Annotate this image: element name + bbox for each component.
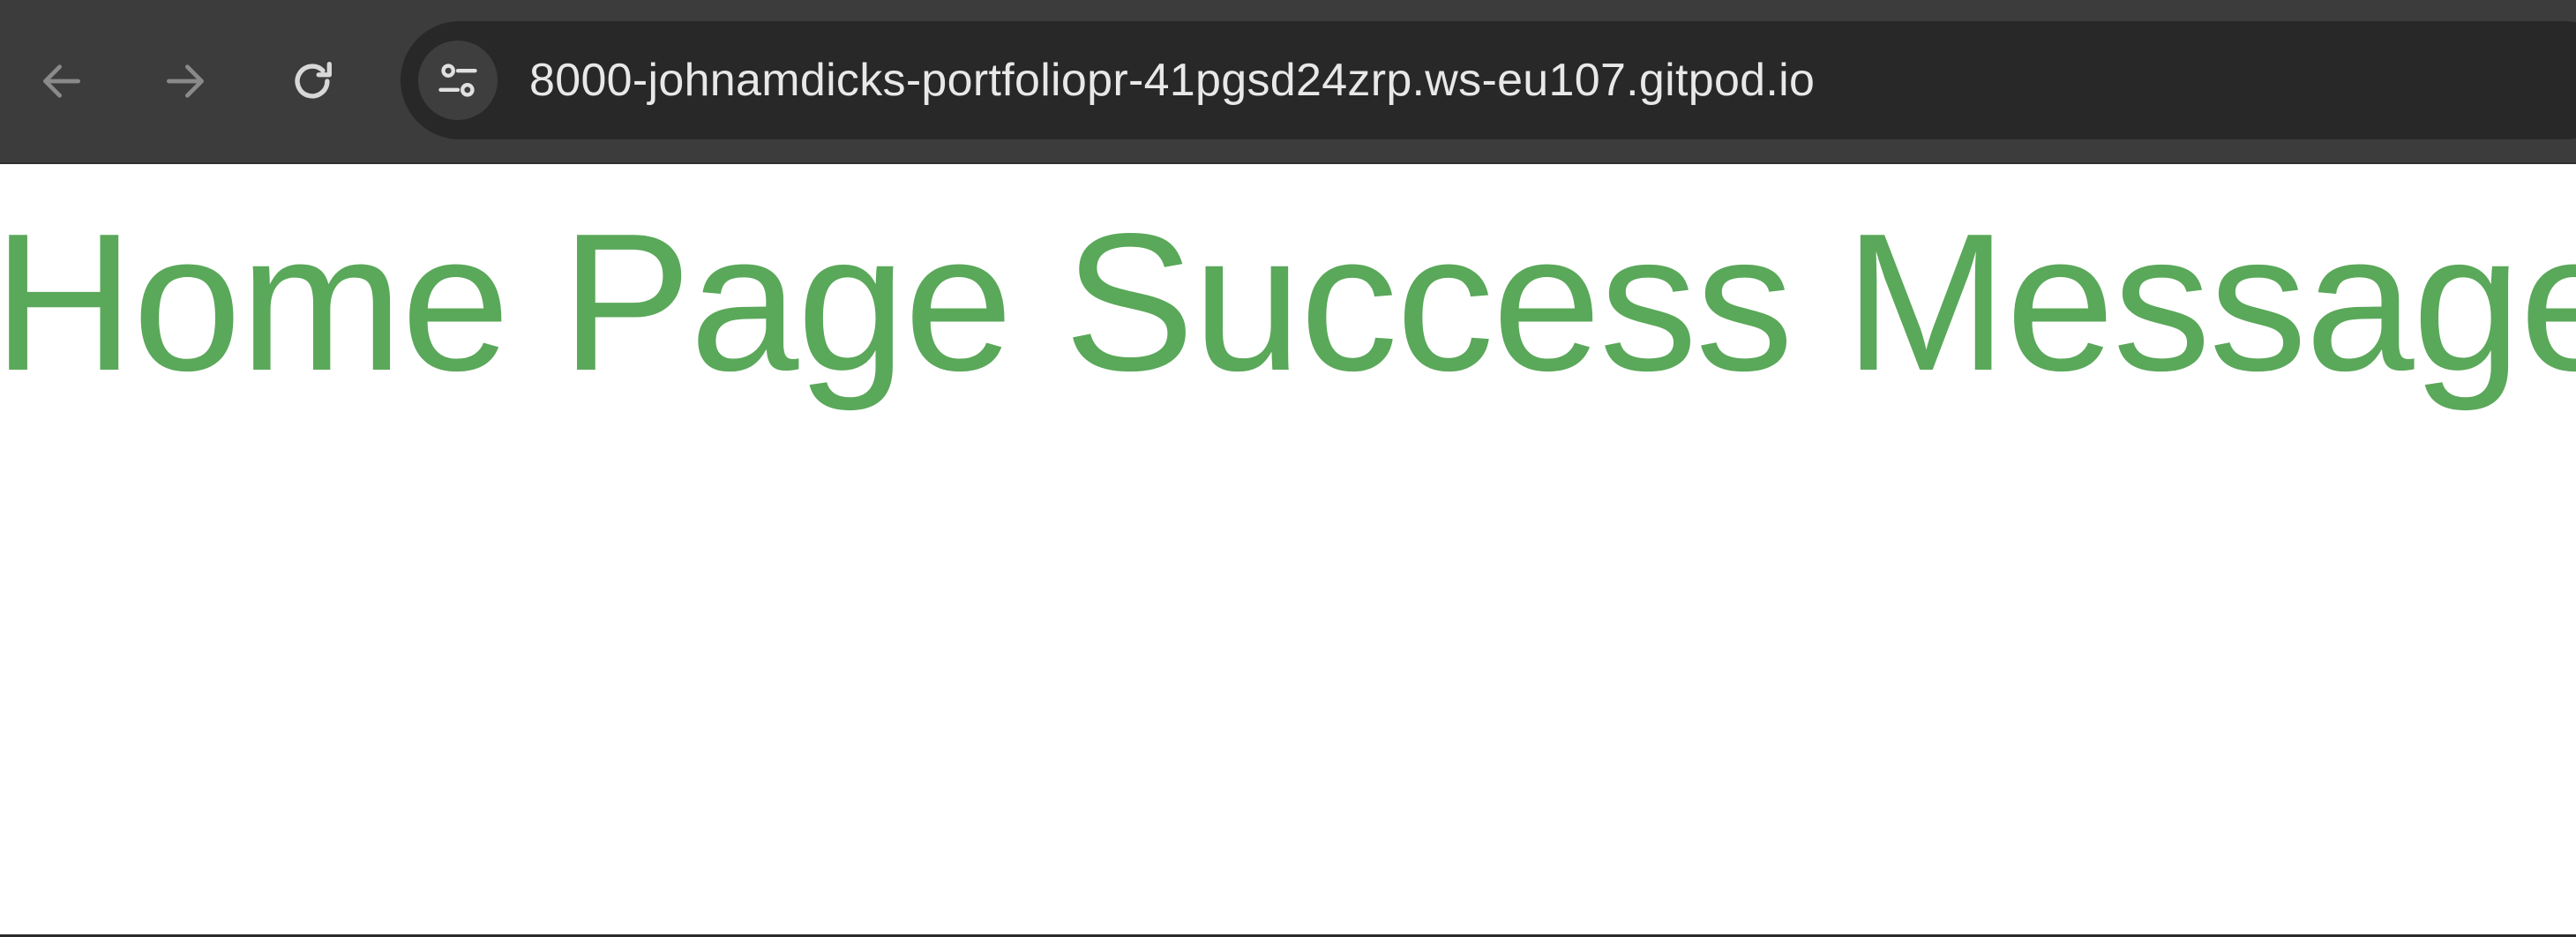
arrow-right-icon — [167, 64, 205, 98]
arrow-left-icon — [43, 64, 80, 98]
reload-button[interactable] — [270, 39, 355, 124]
forward-button[interactable] — [143, 39, 228, 124]
address-bar[interactable]: 8000-johnamdicks-portfoliopr-41pgsd24zrp… — [401, 21, 2576, 139]
reload-icon — [295, 62, 332, 99]
url-text[interactable]: 8000-johnamdicks-portfoliopr-41pgsd24zrp… — [529, 51, 1815, 109]
back-button[interactable] — [19, 39, 104, 124]
page-heading: Home Page Success Message! — [0, 193, 2576, 412]
tune-icon — [438, 64, 477, 97]
page-content: Home Page Success Message! — [0, 164, 2576, 935]
browser-toolbar: 8000-johnamdicks-portfoliopr-41pgsd24zrp… — [0, 0, 2576, 164]
site-info-button[interactable] — [418, 41, 498, 120]
